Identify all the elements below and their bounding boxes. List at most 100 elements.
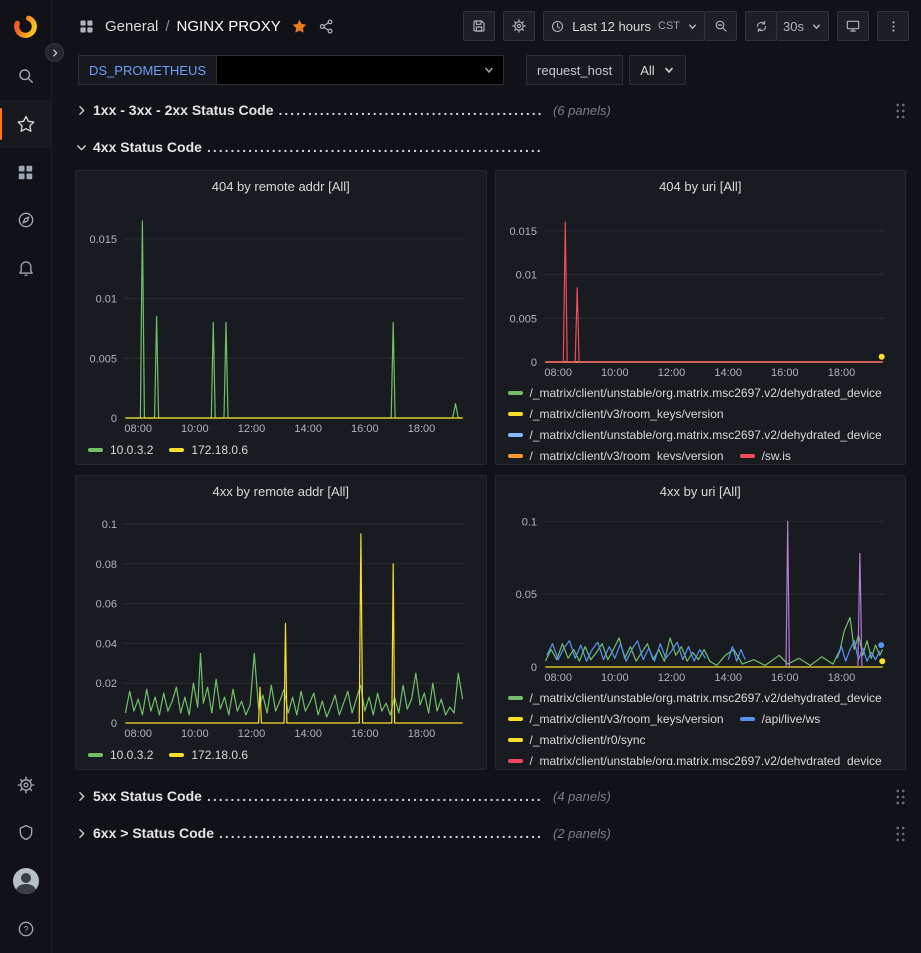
panels-grid: 404 by remote addr [All] 00.0050.010.015… <box>75 170 906 770</box>
datasource-variable-value[interactable] <box>216 55 504 85</box>
row-title: 1xx - 3xx - 2xx Status Code <box>93 102 274 118</box>
row-title: 4xx Status Code <box>93 139 202 155</box>
sidebar-expand-button[interactable] <box>45 43 64 62</box>
legend-item[interactable]: /_matrix/client/v3/room_keys/version <box>508 445 724 460</box>
row-collapse-toggle[interactable]: 4xx Status Code.........................… <box>75 139 553 155</box>
dashboard-row-5xx: 5xx Status Code.........................… <box>75 782 906 810</box>
more-options-button[interactable] <box>877 11 909 41</box>
legend-item[interactable]: 10.0.3.2 <box>88 744 153 765</box>
time-range-picker[interactable]: Last 12 hours CST <box>543 11 705 41</box>
svg-text:0.04: 0.04 <box>96 638 117 650</box>
svg-text:?: ? <box>23 924 28 934</box>
legend-item[interactable]: 172.18.0.6 <box>169 744 248 765</box>
row-title-dots: ........................................… <box>219 825 541 841</box>
breadcrumb-folder[interactable]: General <box>105 18 158 35</box>
row-collapse-toggle[interactable]: 1xx - 3xx - 2xx Status Code.............… <box>75 102 611 118</box>
request-host-variable-value[interactable]: All <box>629 55 685 85</box>
row-drag-handle[interactable] <box>895 102 906 119</box>
series-color-swatch <box>740 717 755 721</box>
svg-text:0.06: 0.06 <box>96 599 117 611</box>
legend-item[interactable]: /_matrix/client/unstable/org.matrix.msc2… <box>508 687 882 708</box>
panel-title[interactable]: 404 by uri [All] <box>504 175 898 199</box>
main-area: General / NGINX PROXY <box>52 0 921 953</box>
panel-title[interactable]: 4xx by uri [All] <box>504 480 898 504</box>
svg-text:08:00: 08:00 <box>124 423 152 435</box>
row-title: 5xx Status Code <box>93 788 202 804</box>
request-host-variable-label[interactable]: request_host <box>526 55 623 85</box>
series-label: /_matrix/client/v3/room_keys/version <box>530 712 724 726</box>
sidebar-item-dashboards[interactable] <box>0 148 51 196</box>
time-series-chart[interactable]: 00.0050.010.01508:0010:0012:0014:0016:00… <box>84 199 478 436</box>
svg-text:14:00: 14:00 <box>714 367 742 379</box>
chevron-down-icon <box>483 64 495 76</box>
series-label: /_matrix/client/unstable/org.matrix.msc2… <box>530 754 882 766</box>
svg-text:0.01: 0.01 <box>96 294 117 306</box>
chevron-right-icon <box>75 104 93 117</box>
refresh-interval-dropdown[interactable]: 30s <box>777 11 829 41</box>
legend-item[interactable]: /_matrix/client/unstable/org.matrix.msc2… <box>508 750 882 765</box>
legend-item[interactable]: /_matrix/client/unstable/org.matrix.msc2… <box>508 424 882 445</box>
series-color-swatch <box>508 454 523 458</box>
row-title: 6xx > Status Code <box>93 825 214 841</box>
series-label: /api/live/ws <box>762 712 821 726</box>
breadcrumb-separator: / <box>165 18 169 35</box>
svg-text:18:00: 18:00 <box>408 423 436 435</box>
row-title-dots: ........................................… <box>279 102 541 118</box>
svg-text:0.1: 0.1 <box>102 519 117 531</box>
search-icon <box>16 66 36 86</box>
series-color-swatch <box>508 759 523 763</box>
sidebar-item-alerting[interactable] <box>0 244 51 292</box>
sidebar-item-profile[interactable] <box>0 857 51 905</box>
svg-text:08:00: 08:00 <box>124 728 152 740</box>
svg-text:18:00: 18:00 <box>827 367 855 379</box>
panel-title[interactable]: 4xx by remote addr [All] <box>84 480 478 504</box>
sidebar-item-starred[interactable] <box>0 100 51 148</box>
grafana-logo[interactable] <box>0 0 51 52</box>
save-dashboard-button[interactable] <box>463 11 495 41</box>
user-avatar <box>13 868 39 894</box>
legend-item[interactable]: /_matrix/client/v3/room_keys/version <box>508 708 724 729</box>
legend-item[interactable]: 10.0.3.2 <box>88 439 153 460</box>
datasource-variable-label[interactable]: DS_PROMETHEUS <box>78 55 216 85</box>
row-title-dots: ........................................… <box>207 139 541 155</box>
share-icon[interactable] <box>318 18 335 35</box>
legend-item[interactable]: /api/live/ws <box>740 708 821 729</box>
tv-mode-button[interactable] <box>837 11 869 41</box>
dashboard-settings-button[interactable] <box>503 11 535 41</box>
sidebar-item-server-admin[interactable] <box>0 809 51 857</box>
row-drag-handle[interactable] <box>895 825 906 842</box>
refresh-icon <box>754 19 769 34</box>
sidebar-item-explore[interactable] <box>0 196 51 244</box>
sidebar-item-configuration[interactable] <box>0 761 51 809</box>
series-color-swatch <box>508 391 523 395</box>
svg-text:12:00: 12:00 <box>657 367 685 379</box>
series-color-swatch <box>508 696 523 700</box>
zoom-out-button[interactable] <box>705 11 737 41</box>
legend-item[interactable]: /_matrix/client/v3/room_keys/version <box>508 403 724 424</box>
apps-grid-icon[interactable] <box>78 18 95 35</box>
legend-item[interactable]: /_matrix/client/unstable/org.matrix.msc2… <box>508 382 882 403</box>
panel-legend: 10.0.3.2 172.18.0.6 <box>84 436 478 460</box>
sidebar-item-help[interactable]: ? <box>0 905 51 953</box>
legend-item[interactable]: 172.18.0.6 <box>169 439 248 460</box>
row-drag-handle[interactable] <box>895 788 906 805</box>
time-series-chart[interactable]: 00.0050.010.01508:0010:0012:0014:0016:00… <box>504 199 898 380</box>
row-collapse-toggle[interactable]: 5xx Status Code.........................… <box>75 788 611 804</box>
bell-icon <box>16 258 36 278</box>
dashboard-title[interactable]: NGINX PROXY <box>177 18 281 35</box>
refresh-button[interactable] <box>745 11 777 41</box>
legend-item[interactable]: /_matrix/client/r0/sync <box>508 729 646 750</box>
series-color-swatch <box>740 454 755 458</box>
svg-text:16:00: 16:00 <box>351 728 379 740</box>
chevron-right-icon <box>75 790 93 803</box>
time-series-chart[interactable]: 00.050.108:0010:0012:0014:0016:0018:00 <box>504 504 898 685</box>
svg-text:10:00: 10:00 <box>181 728 209 740</box>
time-series-chart[interactable]: 00.020.040.060.080.108:0010:0012:0014:00… <box>84 504 478 741</box>
series-label: 172.18.0.6 <box>191 748 248 762</box>
legend-item[interactable]: /sw.js <box>740 445 791 460</box>
row-collapse-toggle[interactable]: 6xx > Status Code.......................… <box>75 825 611 841</box>
panel-title[interactable]: 404 by remote addr [All] <box>84 175 478 199</box>
panel-legend: /_matrix/client/unstable/org.matrix.msc2… <box>504 685 898 765</box>
favorite-star-icon[interactable] <box>291 18 308 35</box>
sidebar-item-search[interactable] <box>0 52 51 100</box>
